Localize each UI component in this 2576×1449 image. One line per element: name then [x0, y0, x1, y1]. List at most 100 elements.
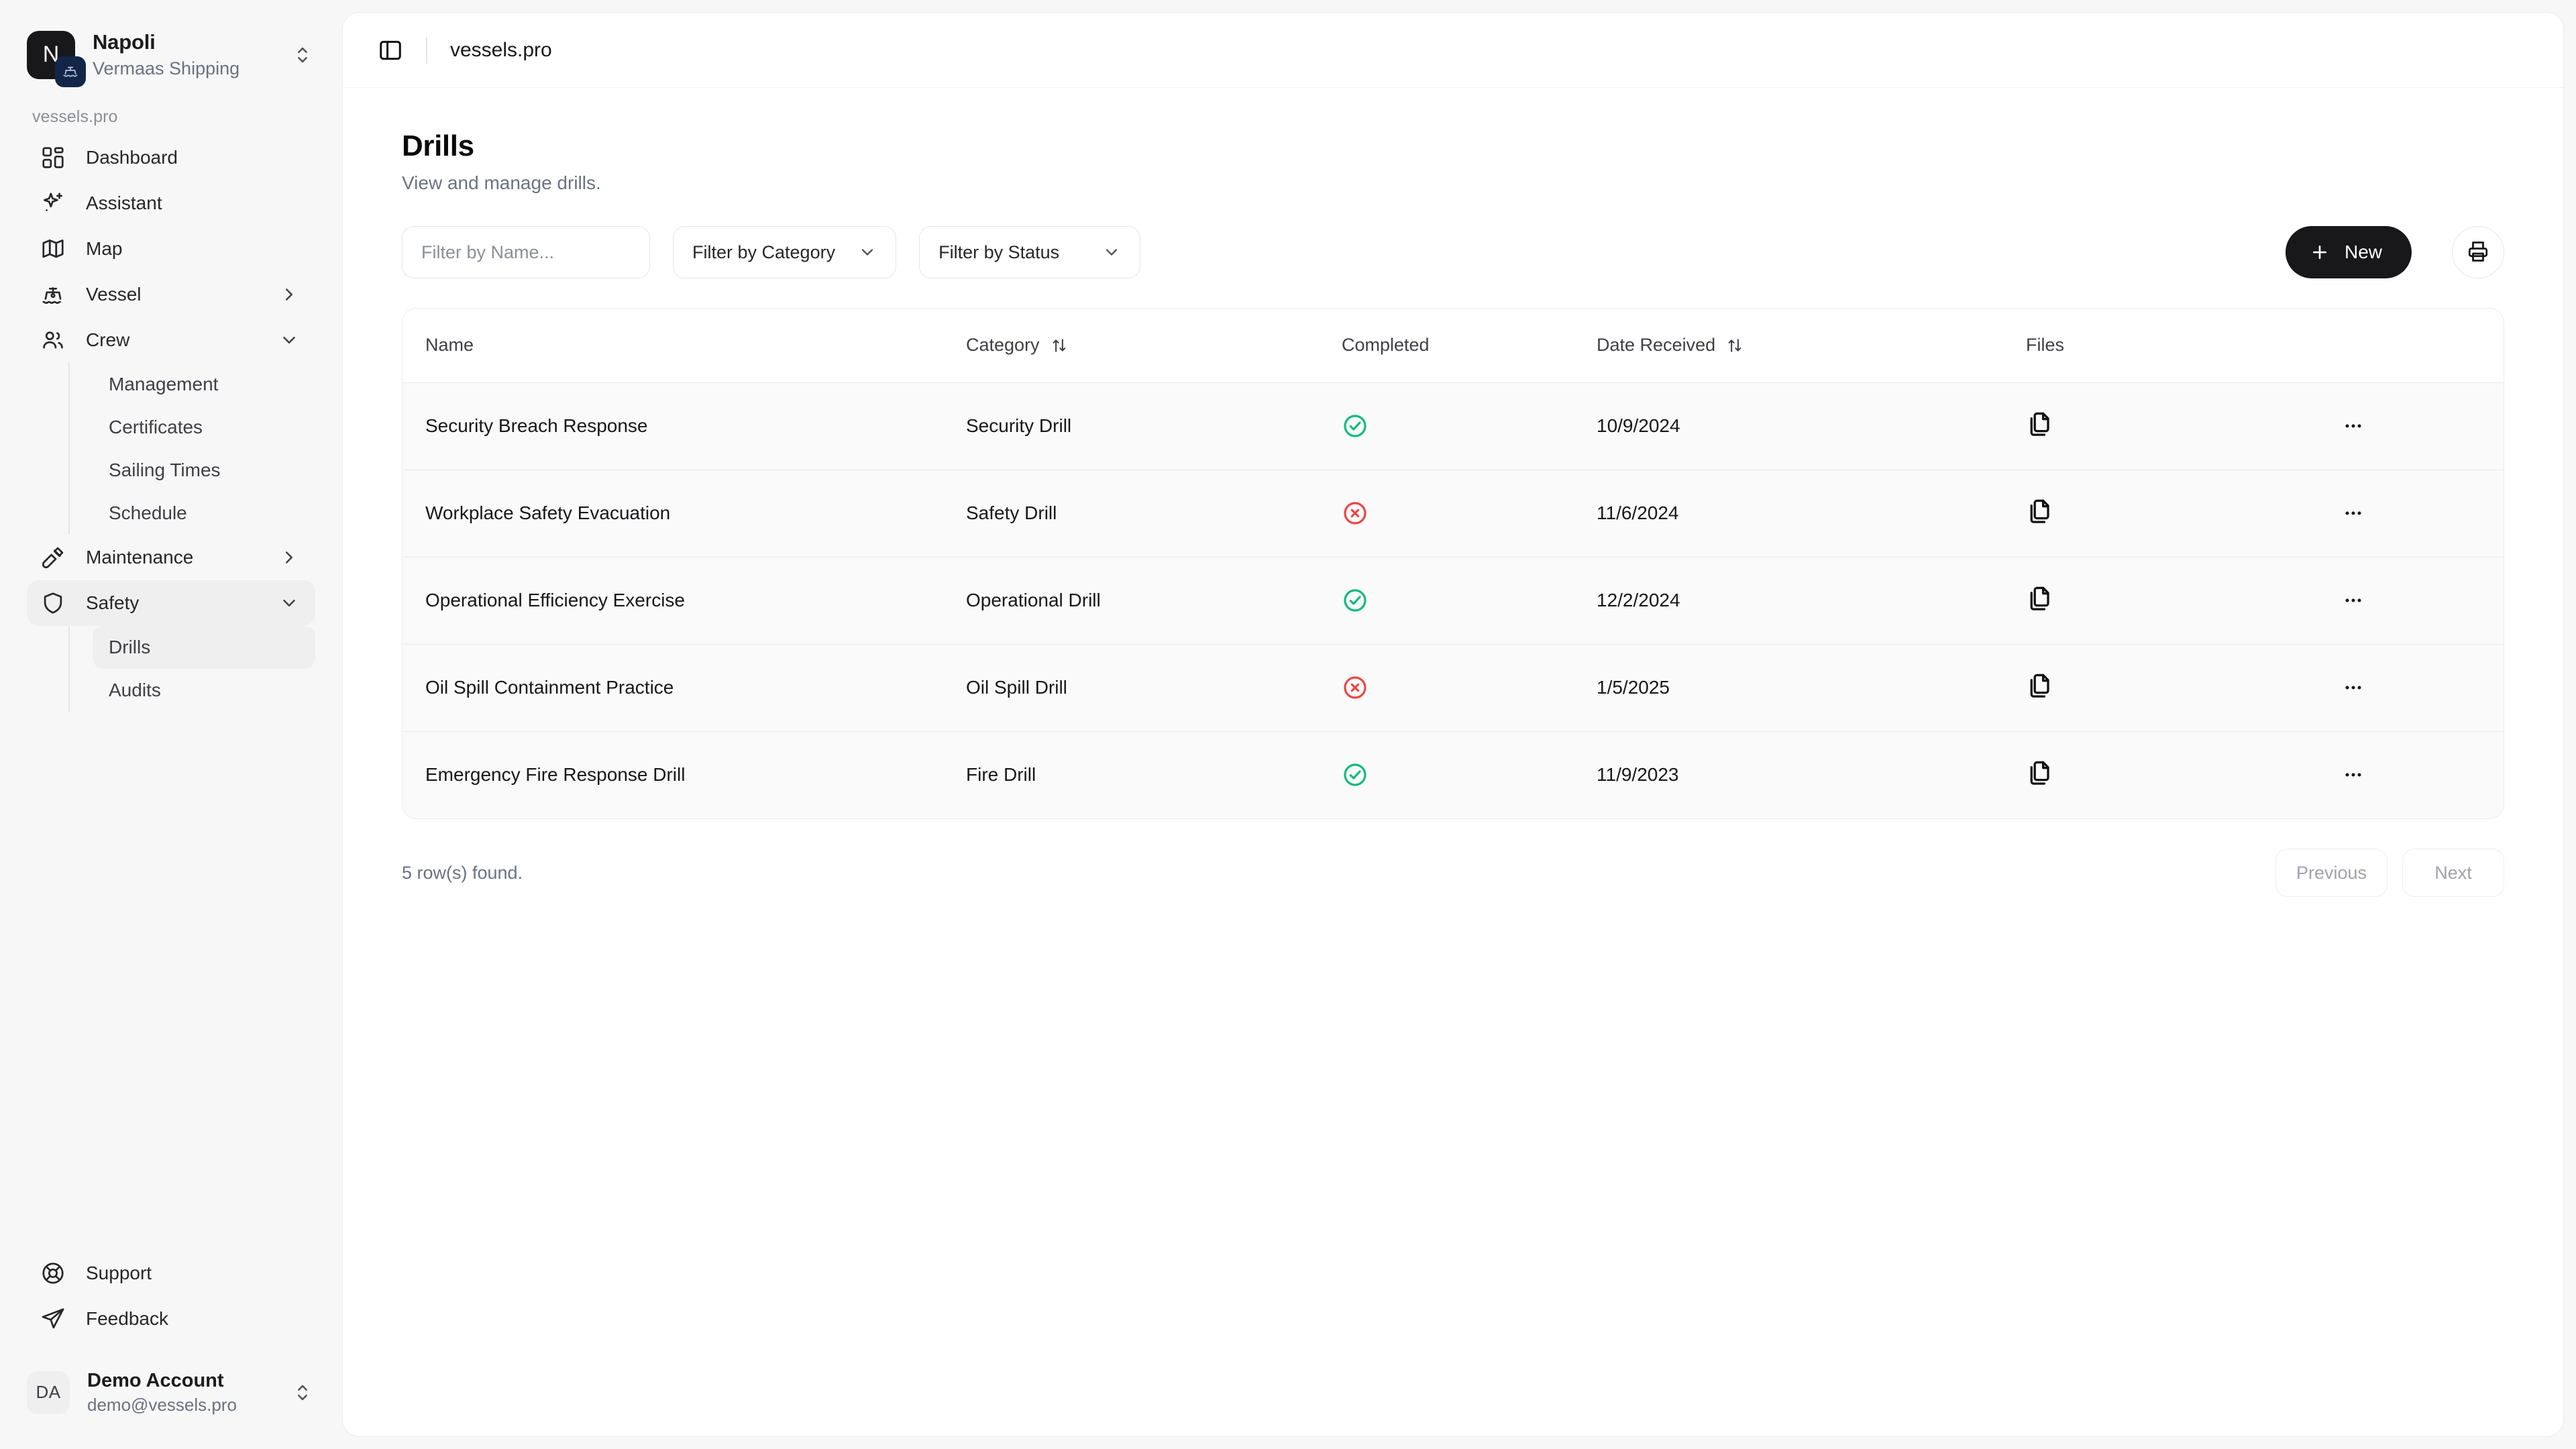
breadcrumb[interactable]: vessels.pro	[450, 39, 552, 62]
sidebar-toggle-icon[interactable]	[372, 32, 409, 68]
subnav-item-label: Schedule	[109, 502, 187, 523]
row-actions-menu-button[interactable]	[2333, 493, 2373, 533]
sidebar-item-assistant[interactable]: Assistant	[27, 180, 315, 226]
drill-category: Fire Drill	[966, 764, 1036, 786]
print-button[interactable]	[2452, 226, 2504, 278]
table-footer: 5 row(s) found. Previous Next	[402, 849, 2504, 910]
table-row[interactable]: Oil Spill Containment Practice Oil Spill …	[402, 643, 2504, 731]
chevron-updown-icon[interactable]	[291, 1381, 314, 1404]
column-header-label: Category	[966, 335, 1040, 356]
column-header-files[interactable]: Files	[2026, 309, 2294, 383]
column-header-date-received[interactable]: Date Received	[1597, 309, 2026, 383]
tools-icon	[40, 545, 66, 570]
previous-page-button[interactable]: Previous	[2275, 849, 2387, 897]
copy-files-icon[interactable]	[2026, 586, 2055, 617]
main-panel: vessels.pro Drills View and manage drill…	[342, 12, 2564, 1437]
row-actions-menu-button[interactable]	[2333, 755, 2373, 795]
sidebar-item-drills[interactable]: Drills	[93, 625, 315, 669]
row-actions-menu-button[interactable]	[2333, 667, 2373, 708]
sidebar-item-certificates[interactable]: Certificates	[93, 406, 315, 449]
column-header-completed[interactable]: Completed	[1342, 309, 1597, 383]
crew-subnav: Management Certificates Sailing Times Sc…	[68, 362, 315, 535]
new-button-label: New	[2344, 241, 2382, 262]
sidebar-item-maintenance[interactable]: Maintenance	[27, 535, 315, 580]
topbar: vessels.pro	[343, 13, 2563, 88]
category-filter-select[interactable]: Filter by Category	[673, 226, 897, 278]
user-name: Demo Account	[87, 1369, 224, 1391]
row-actions-menu-button[interactable]	[2333, 406, 2373, 446]
copy-files-icon[interactable]	[2026, 499, 2055, 530]
column-header-category[interactable]: Category	[966, 309, 1342, 383]
sidebar-item-audits[interactable]: Audits	[93, 669, 315, 712]
table-body: Security Breach Response Security Drill 10…	[402, 382, 2504, 818]
column-header-actions	[2294, 309, 2504, 383]
cell-name: Oil Spill Containment Practice	[402, 643, 966, 731]
avatar-initials: DA	[36, 1382, 61, 1403]
sidebar: N Napoli Vermaas Shipping vessels.pro Da…	[0, 0, 342, 1449]
chevron-down-icon	[1102, 243, 1121, 262]
sidebar-item-sailing-times[interactable]: Sailing Times	[93, 449, 315, 492]
drill-date-received: 11/6/2024	[1597, 502, 1679, 523]
chevron-down-icon	[858, 243, 877, 262]
plus-icon	[2310, 242, 2330, 262]
sidebar-item-feedback[interactable]: Feedback	[27, 1296, 315, 1342]
table-row[interactable]: Workplace Safety Evacuation Safety Drill 1…	[402, 469, 2504, 557]
table-header-row: Name Category Completed Date Received Fi…	[402, 309, 2504, 383]
sidebar-item-schedule[interactable]: Schedule	[93, 492, 315, 535]
status-filter-select[interactable]: Filter by Status	[919, 226, 1141, 278]
chevron-updown-icon[interactable]	[291, 44, 314, 66]
sidebar-item-management[interactable]: Management	[93, 363, 315, 406]
table-row[interactable]: Emergency Fire Response Drill Fire Drill 1…	[402, 731, 2504, 818]
sidebar-item-vessel[interactable]: Vessel	[27, 272, 315, 317]
table-row[interactable]: Security Breach Response Security Drill 10…	[402, 382, 2504, 470]
toolbar: Filter by Category Filter by Status	[402, 226, 2504, 278]
next-page-button[interactable]: Next	[2402, 849, 2504, 897]
cell-category: Safety Drill	[966, 469, 1342, 557]
user-account-switcher[interactable]: DA Demo Account demo@vessels.pro	[27, 1359, 323, 1426]
cell-category: Security Drill	[966, 382, 1342, 470]
cell-date-received: 1/5/2025	[1597, 643, 2026, 731]
sidebar-item-label: Assistant	[86, 192, 162, 213]
cell-date-received: 11/9/2023	[1597, 731, 2026, 818]
subnav-item-label: Drills	[109, 636, 151, 657]
cell-date-received: 11/6/2024	[1597, 469, 2026, 557]
shield-icon	[40, 590, 66, 616]
drills-table: Name Category Completed Date Received Fi…	[402, 309, 2504, 818]
cell-actions	[2294, 469, 2504, 557]
org-name: Napoli	[93, 30, 156, 54]
sidebar-item-crew[interactable]: Crew	[27, 317, 315, 363]
copy-files-icon[interactable]	[2026, 761, 2055, 792]
sidebar-item-map[interactable]: Map	[27, 226, 315, 272]
status-filter-label: Filter by Status	[938, 241, 1060, 262]
cell-files	[2026, 556, 2294, 644]
column-header-name[interactable]: Name	[402, 309, 966, 383]
printer-icon	[2466, 239, 2490, 266]
topbar-divider	[426, 36, 427, 64]
name-filter-input[interactable]	[402, 226, 650, 278]
sidebar-item-label: Support	[86, 1262, 152, 1283]
sidebar-item-label: Feedback	[86, 1307, 168, 1329]
column-header-label: Completed	[1342, 335, 1430, 356]
cell-completed	[1342, 469, 1597, 557]
subnav-item-label: Management	[109, 373, 219, 394]
cell-category: Oil Spill Drill	[966, 643, 1342, 731]
ship-icon	[40, 282, 66, 307]
subnav-item-label: Sailing Times	[109, 459, 221, 480]
sidebar-nav: Dashboard Assistant Map Vessel Crew Mana…	[0, 135, 342, 712]
sidebar-item-dashboard[interactable]: Dashboard	[27, 135, 315, 180]
copy-files-icon[interactable]	[2026, 412, 2055, 443]
cell-actions	[2294, 643, 2504, 731]
new-button[interactable]: New	[2285, 226, 2412, 278]
drill-date-received: 10/9/2024	[1597, 415, 1680, 436]
org-switcher[interactable]: N Napoli Vermaas Shipping	[27, 20, 323, 90]
content-inner: Drills View and manage drills. Filter by…	[402, 129, 2504, 910]
table-row[interactable]: Operational Efficiency Exercise Operation…	[402, 556, 2504, 644]
drill-date-received: 11/9/2023	[1597, 764, 1679, 786]
copy-files-icon[interactable]	[2026, 674, 2055, 704]
page-content: Drills View and manage drills. Filter by…	[343, 88, 2563, 910]
sidebar-item-support[interactable]: Support	[27, 1250, 315, 1296]
row-actions-menu-button[interactable]	[2333, 580, 2373, 621]
sidebar-item-safety[interactable]: Safety	[27, 580, 315, 626]
check-circle-icon	[1342, 761, 1597, 788]
